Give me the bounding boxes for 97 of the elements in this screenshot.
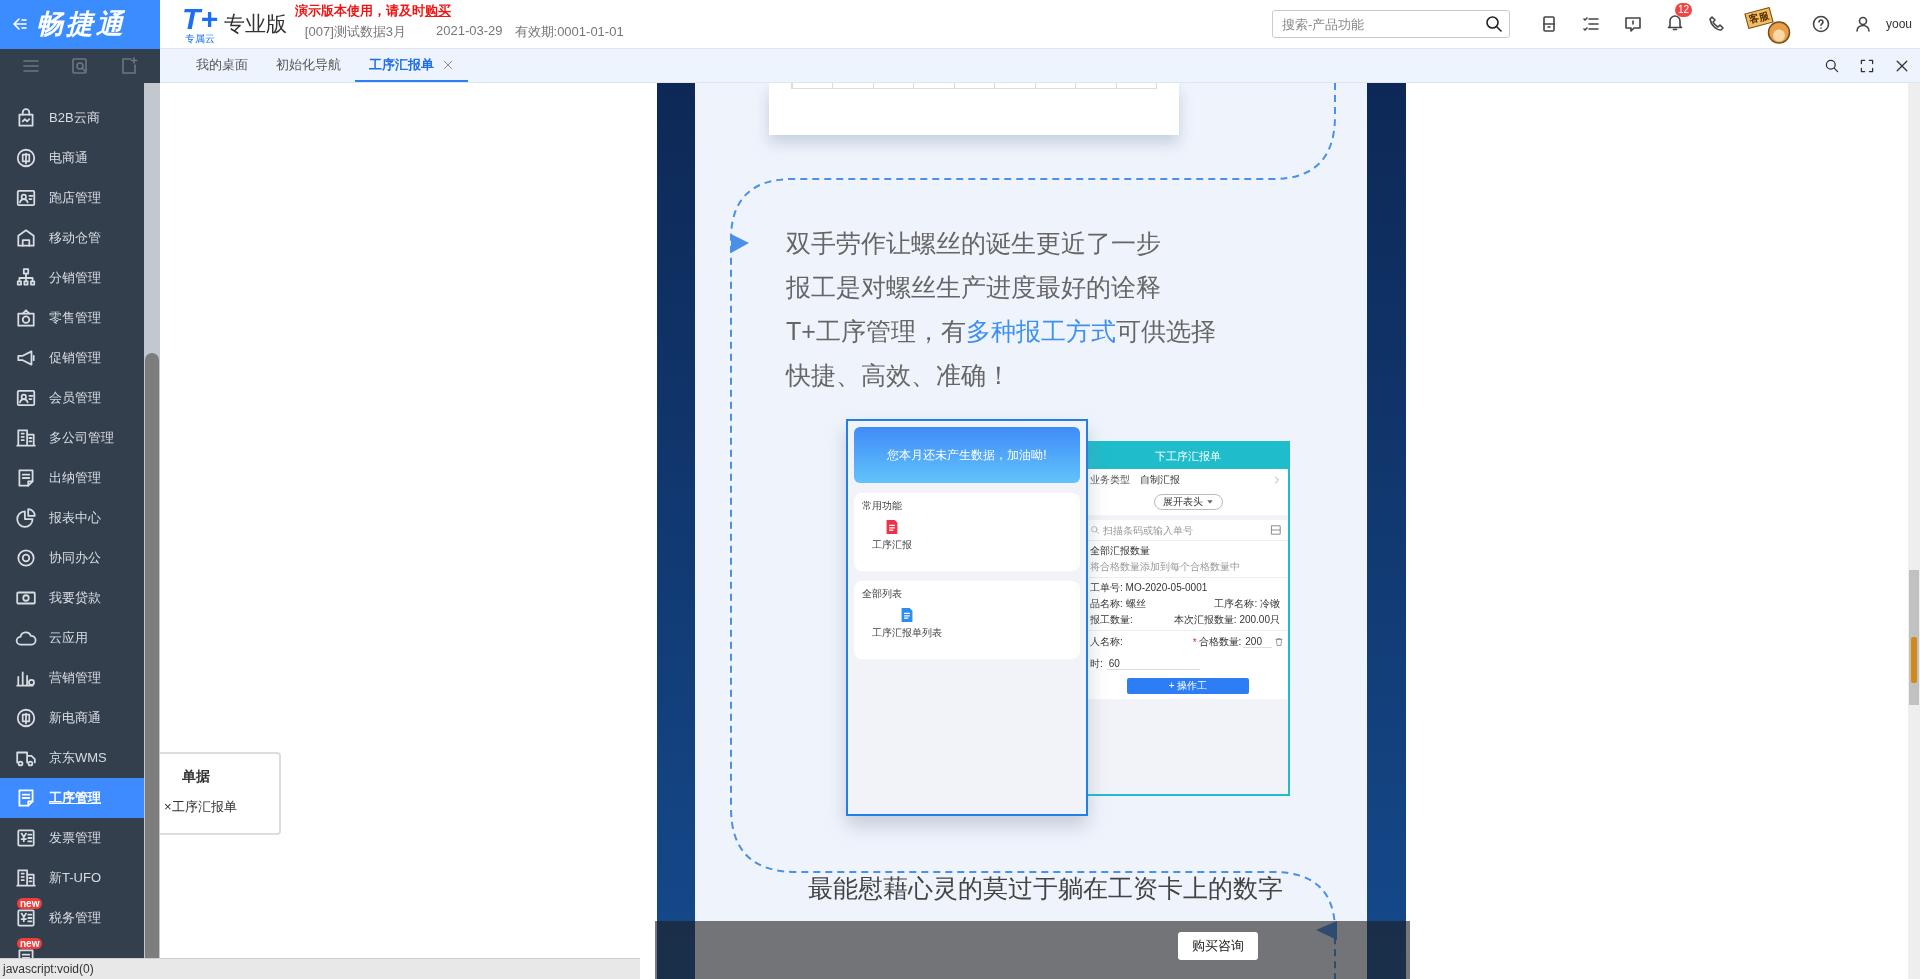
detail-text: 本次汇报数量: 200.00只 <box>1173 613 1280 627</box>
sidebar-item[interactable]: 发票管理 <box>0 818 144 858</box>
sidebar-item[interactable]: new 税务管理 <box>0 898 144 938</box>
search-icon <box>1090 525 1100 535</box>
target-icon <box>15 547 37 569</box>
sidebar-item[interactable]: 多公司管理 <box>0 418 144 458</box>
sidebar-item[interactable]: 京东WMS <box>0 738 144 778</box>
scrollbar[interactable] <box>1908 83 1920 979</box>
person-card-icon <box>15 387 37 409</box>
document-search-icon[interactable] <box>70 56 90 76</box>
new-badge: new <box>17 938 43 949</box>
edition-label: 专业版 <box>223 11 287 37</box>
scan-bar[interactable]: 扫描条码或输入单号 <box>1088 520 1288 540</box>
invoice-icon <box>15 907 37 929</box>
building-icon <box>15 427 37 449</box>
scan-icon[interactable] <box>1270 524 1282 536</box>
brand-logo: 畅捷通 <box>36 8 126 41</box>
account-name: [007]测试数据3月 <box>304 23 406 41</box>
building-icon <box>15 867 37 889</box>
sidebar-item[interactable]: 电商通 <box>0 138 144 178</box>
pie-chart-icon <box>15 507 37 529</box>
field-label: 时: <box>1090 657 1103 671</box>
checklist-icon[interactable] <box>1580 14 1601 34</box>
screen-title-bar: 下工序汇报单 <box>1088 443 1288 469</box>
tab[interactable]: 初始化导航 <box>262 49 355 82</box>
sidebar-item[interactable]: 报表中心 <box>0 498 144 538</box>
sidebar-item[interactable]: 跑店管理 <box>0 178 144 218</box>
phone-icon[interactable] <box>1706 14 1727 34</box>
sidebar-item[interactable]: 我要贷款 <box>0 578 144 618</box>
document-icon[interactable] <box>884 519 900 535</box>
tab[interactable]: 我的桌面 <box>182 49 262 82</box>
sidebar-item[interactable]: 新电商通 <box>0 698 144 738</box>
message-icon[interactable] <box>1622 14 1643 34</box>
menu-item[interactable]: ×工序汇报单 <box>164 798 279 816</box>
hint-text: 将合格数量添加到每个合格数量中 <box>1090 560 1241 574</box>
purchase-button[interactable]: 购买咨询 <box>1178 932 1258 960</box>
sidebar-item[interactable]: 会员管理 <box>0 378 144 418</box>
intro-text: T+工序管理，有多种报工方式可供选择 <box>786 316 1217 347</box>
card-title: 全部列表 <box>862 587 903 601</box>
closing-text: 最能慰藉心灵的莫过于躺在工资卡上的数字 <box>808 873 1283 904</box>
demo-notice: 演示版本使用，请及时购买 <box>294 2 452 20</box>
sidebar-item[interactable]: 出纳管理 <box>0 458 144 498</box>
caret-icon <box>1205 498 1214 506</box>
field-value: 自制汇报 <box>1140 473 1180 487</box>
sidebar-item[interactable]: B2B云商 <box>0 98 144 138</box>
function-label[interactable]: 工序汇报 <box>872 538 912 552</box>
field-label: 合格数量: <box>1198 635 1242 649</box>
sidebar-item[interactable]: 云应用 <box>0 618 144 658</box>
scrollbar[interactable] <box>144 83 160 958</box>
detail-text: 工序名称: 冷镦 <box>1214 597 1280 611</box>
login-date: 2021-03-29 <box>436 23 503 40</box>
detail-text: 报工数量: <box>1090 613 1133 627</box>
required-mark: * <box>1192 636 1197 648</box>
status-bar: javascript:void(0) <box>0 958 640 979</box>
quantity-field[interactable]: 200 <box>1243 636 1272 648</box>
house-icon <box>15 227 37 249</box>
invoice-icon <box>15 827 37 849</box>
sidebar-item[interactable]: 协同办公 <box>0 538 144 578</box>
trash-icon[interactable] <box>1274 637 1284 647</box>
new-badge: new <box>17 898 43 909</box>
detail-text: 品名称: 螺丝 <box>1090 597 1146 611</box>
intro-text: 双手劳作让螺丝的诞生更近了一步 <box>786 228 1162 259</box>
help-icon[interactable] <box>1810 14 1831 34</box>
sidebar-item[interactable]: 营销管理 <box>0 658 144 698</box>
banner-card: 您本月还未产生数据，加油呦! <box>854 427 1080 483</box>
circle-icon <box>15 147 37 169</box>
sidebar-item[interactable]: 移动仓管 <box>0 218 144 258</box>
search-icon[interactable] <box>1824 57 1840 74</box>
sidebar-item[interactable]: 促销管理 <box>0 338 144 378</box>
add-worker-button[interactable]: + 操作工 <box>1127 678 1249 694</box>
search-icon[interactable] <box>1483 14 1504 34</box>
field-label: 人名称: <box>1090 635 1123 649</box>
sidebar-item[interactable]: 零售管理 <box>0 298 144 338</box>
search-field[interactable]: 搜索-产品功能 <box>1271 10 1510 38</box>
function-label[interactable]: 工序汇报单列表 <box>872 626 942 640</box>
hours-field[interactable]: 60 <box>1106 658 1200 670</box>
notification-badge: 12 <box>1674 3 1693 17</box>
sidebar-item[interactable]: 新T-UFO <box>0 858 144 898</box>
validity-date: 有效期:0001-01-01 <box>514 23 624 41</box>
document-icon[interactable] <box>899 607 915 623</box>
user-name[interactable]: yoou <box>1885 17 1912 31</box>
field-label: 业务类型 <box>1090 473 1130 487</box>
card-title: 常用功能 <box>862 499 903 513</box>
document-add-icon[interactable] <box>119 56 140 76</box>
field-label: 全部汇报数量 <box>1090 544 1151 558</box>
person-card-icon <box>15 187 37 209</box>
purchase-link[interactable]: 购买 <box>424 3 451 18</box>
order-number: 工单号: MO-2020-05-0001 <box>1090 581 1209 595</box>
customer-service-button[interactable]: 客服 <box>1745 2 1794 46</box>
scan-field[interactable]: 扫描条码或输入单号 <box>1103 524 1253 536</box>
product-logo: T+ 专属云 <box>182 4 218 44</box>
circle-icon <box>15 707 37 729</box>
intro-text: 报工是对螺丝生产进度最好的诠释 <box>786 272 1162 303</box>
menu-heading: 单据 <box>182 768 211 786</box>
fullscreen-icon[interactable] <box>1859 57 1875 74</box>
sidebar-item[interactable]: 分销管理 <box>0 258 144 298</box>
intro-text: 快捷、高效、准确！ <box>786 360 1012 391</box>
